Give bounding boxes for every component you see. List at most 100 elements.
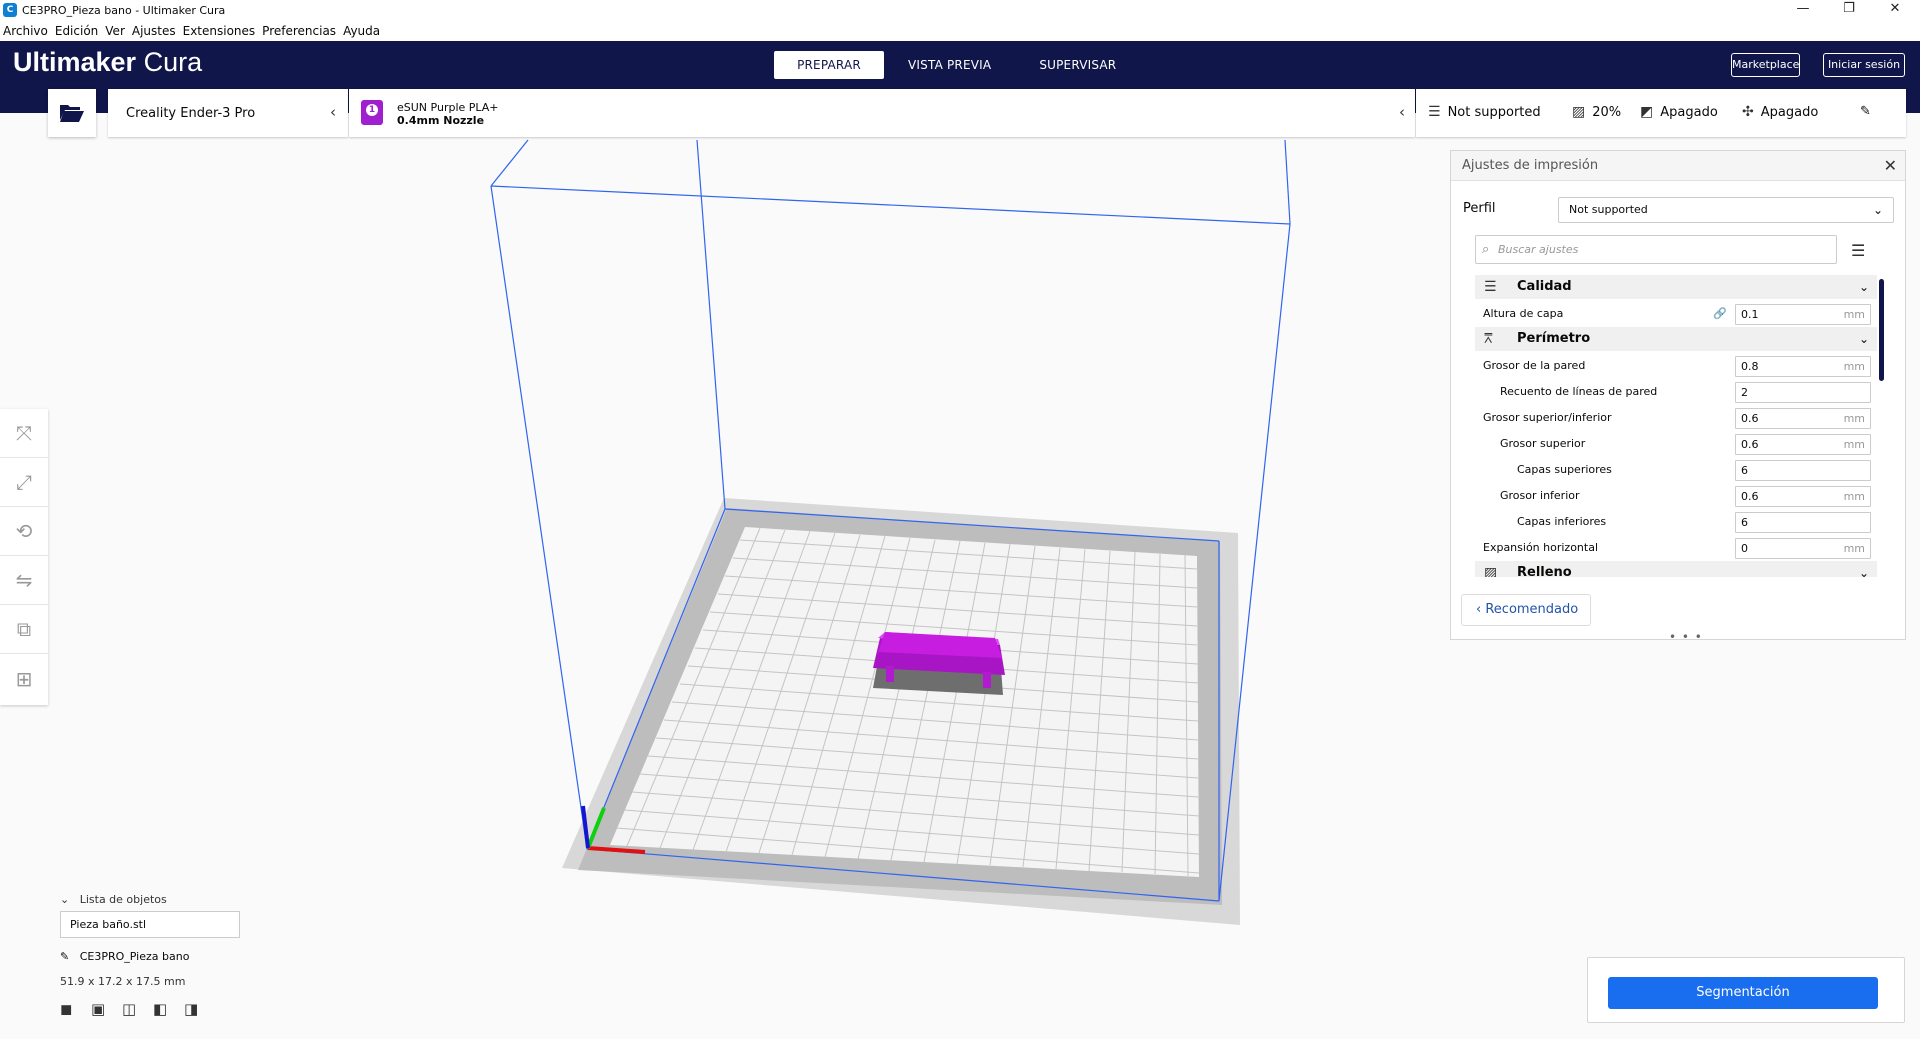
setting-input[interactable]: 0 mm	[1735, 538, 1871, 559]
job-name[interactable]: ✎ CE3PRO_Pieza bano	[60, 950, 189, 963]
open-file-button[interactable]	[48, 89, 96, 137]
top-view-icon[interactable]: ◫	[122, 1000, 140, 1018]
infill-summary: ▨ 20%	[1572, 104, 1621, 120]
slice-button[interactable]: Segmentación	[1608, 977, 1878, 1009]
chevron-down-icon: ⌄	[1858, 566, 1869, 577]
per-model-settings-icon[interactable]: ⧉	[0, 605, 48, 654]
setting-value: 0.6	[1741, 412, 1759, 425]
category-calidad[interactable]: ☰ Calidad ⌄	[1475, 275, 1877, 299]
setting-value: 0.6	[1741, 438, 1759, 451]
object-list: ⌄ Lista de objetos Pieza baño.stl ✎ CE3P…	[60, 893, 240, 1018]
material-name: eSUN Purple PLA+	[397, 101, 499, 114]
object-list-header[interactable]: ⌄ Lista de objetos	[60, 893, 167, 906]
setting-input[interactable]: 2	[1735, 382, 1871, 403]
camera-view-buttons: ◼ ▣ ◫ ◧ ◨	[60, 1000, 202, 1018]
settings-visibility-menu-icon[interactable]: ☰	[1851, 241, 1865, 260]
profile-summary: ☰ Not supported	[1428, 104, 1541, 120]
left-view-icon[interactable]: ◧	[153, 1000, 171, 1018]
chevron-down-icon: ⌄	[1858, 332, 1869, 346]
scale-tool-icon[interactable]: ⤢	[0, 458, 48, 507]
3d-view-icon[interactable]: ◼	[60, 1000, 78, 1018]
setting-unit: mm	[1843, 412, 1865, 425]
material-selector[interactable]: 1 eSUN Purple PLA+ 0.4mm Nozzle ‹	[349, 89, 1415, 137]
setting-row: Recuento de líneas de pared 2	[1475, 379, 1877, 405]
folder-open-icon	[60, 105, 84, 122]
settings-scrollbar[interactable]	[1879, 279, 1884, 381]
search-icon: ⌕	[1482, 242, 1490, 257]
front-view-icon[interactable]: ▣	[91, 1000, 109, 1018]
pencil-icon[interactable]: ✎	[1860, 104, 1871, 119]
menu-archivo[interactable]: Archivo	[3, 24, 48, 38]
setting-label: Expansión horizontal	[1483, 541, 1599, 554]
setting-input[interactable]: 0.6 mm	[1735, 434, 1871, 455]
setting-input[interactable]: 0.6 mm	[1735, 408, 1871, 429]
menu-edicion[interactable]: Edición	[55, 24, 98, 38]
pencil-icon: ✎	[60, 950, 70, 963]
category-perimetro[interactable]: ⩞ Perímetro ⌄	[1475, 327, 1877, 351]
close-window-icon[interactable]: ✕	[1872, 0, 1918, 20]
mirror-tool-icon[interactable]: ⇋	[0, 556, 48, 605]
tab-preparar[interactable]: PREPARAR	[774, 51, 884, 79]
recommended-mode-button[interactable]: ‹ Recomendado	[1461, 594, 1591, 626]
setting-value: 6	[1741, 464, 1748, 477]
chevron-down-icon: ⌄	[60, 893, 70, 906]
menu-preferencias[interactable]: Preferencias	[262, 24, 336, 38]
marketplace-button[interactable]: Marketplace	[1731, 53, 1800, 77]
infill-icon: ▨	[1484, 565, 1498, 577]
menu-ajustes[interactable]: Ajustes	[132, 24, 176, 38]
extruder-number: 1	[366, 104, 378, 116]
tab-supervisar[interactable]: SUPERVISAR	[1015, 51, 1140, 79]
panel-resize-handle[interactable]: • • •	[1669, 630, 1703, 644]
profile-dropdown[interactable]: Not supported ⌄	[1558, 197, 1894, 223]
chevron-left-icon[interactable]: ‹	[1399, 103, 1405, 121]
rotate-tool-icon[interactable]: ⟲	[0, 507, 48, 556]
setting-value: 0.1	[1741, 308, 1759, 321]
menu-extensiones[interactable]: Extensiones	[183, 24, 256, 38]
adhesion-icon: ✣	[1742, 104, 1754, 120]
move-tool-icon[interactable]: ⤧	[0, 409, 48, 458]
setting-unit: mm	[1843, 490, 1865, 503]
support-blocker-icon[interactable]: ⊞	[0, 654, 48, 703]
job-name-label: CE3PRO_Pieza bano	[79, 950, 190, 963]
login-button[interactable]: Iniciar sesión	[1823, 53, 1905, 77]
print-settings-summary[interactable]: ☰ Not supported ▨ 20% ◩ Apagado ✣ Apagad…	[1416, 89, 1906, 137]
link-icon[interactable]: 🔗	[1713, 301, 1727, 327]
menu-ayuda[interactable]: Ayuda	[343, 24, 380, 38]
brand-logo: Ultimaker Cura	[13, 47, 202, 78]
support-summary-label: Apagado	[1660, 104, 1718, 120]
setting-row: Grosor superior 0.6 mm	[1475, 431, 1877, 457]
tab-vista-previa[interactable]: VISTA PREVIA	[884, 51, 1015, 79]
setting-row: Grosor inferior 0.6 mm	[1475, 483, 1877, 509]
chevron-left-icon[interactable]: ‹	[330, 103, 336, 121]
setting-label: Grosor de la pared	[1483, 359, 1586, 372]
setting-value: 0.6	[1741, 490, 1759, 503]
setting-input[interactable]: 0.8 mm	[1735, 356, 1871, 377]
object-list-item[interactable]: Pieza baño.stl	[60, 911, 240, 938]
adhesion-summary-label: Apagado	[1760, 104, 1819, 120]
minimize-icon[interactable]: —	[1780, 0, 1826, 20]
shell-icon: ⩞	[1484, 331, 1493, 347]
close-icon[interactable]: ✕	[1884, 156, 1897, 175]
printer-selector[interactable]: Creality Ender-3 Pro ‹	[108, 89, 348, 137]
category-perimetro-label: Perímetro	[1517, 331, 1591, 346]
settings-search-placeholder: Buscar ajustes	[1498, 243, 1579, 256]
setting-input[interactable]: 0.6 mm	[1735, 486, 1871, 507]
category-relleno[interactable]: ▨ Relleno ⌄	[1475, 561, 1877, 577]
printer-name: Creality Ender-3 Pro	[126, 105, 256, 121]
extruder-icon: 1	[361, 100, 383, 125]
setting-input[interactable]: 6	[1735, 460, 1871, 481]
setting-label: Grosor superior	[1500, 437, 1586, 450]
panel-title: Ajustes de impresión	[1451, 151, 1905, 181]
maximize-icon[interactable]: ❐	[1826, 0, 1872, 20]
quality-icon: ☰	[1484, 279, 1497, 295]
setting-input[interactable]: 6	[1735, 512, 1871, 533]
category-relleno-label: Relleno	[1517, 565, 1572, 577]
profile-dropdown-value: Not supported	[1569, 203, 1648, 216]
right-view-icon[interactable]: ◨	[184, 1000, 202, 1018]
menu-ver[interactable]: Ver	[105, 24, 125, 38]
support-summary: ◩ Apagado	[1640, 104, 1718, 120]
setting-row: Capas superiores 6	[1475, 457, 1877, 483]
slice-panel: Segmentación	[1587, 957, 1905, 1023]
settings-search-input[interactable]: ⌕ Buscar ajustes	[1475, 235, 1837, 264]
setting-input[interactable]: 0.1 mm	[1735, 304, 1871, 325]
